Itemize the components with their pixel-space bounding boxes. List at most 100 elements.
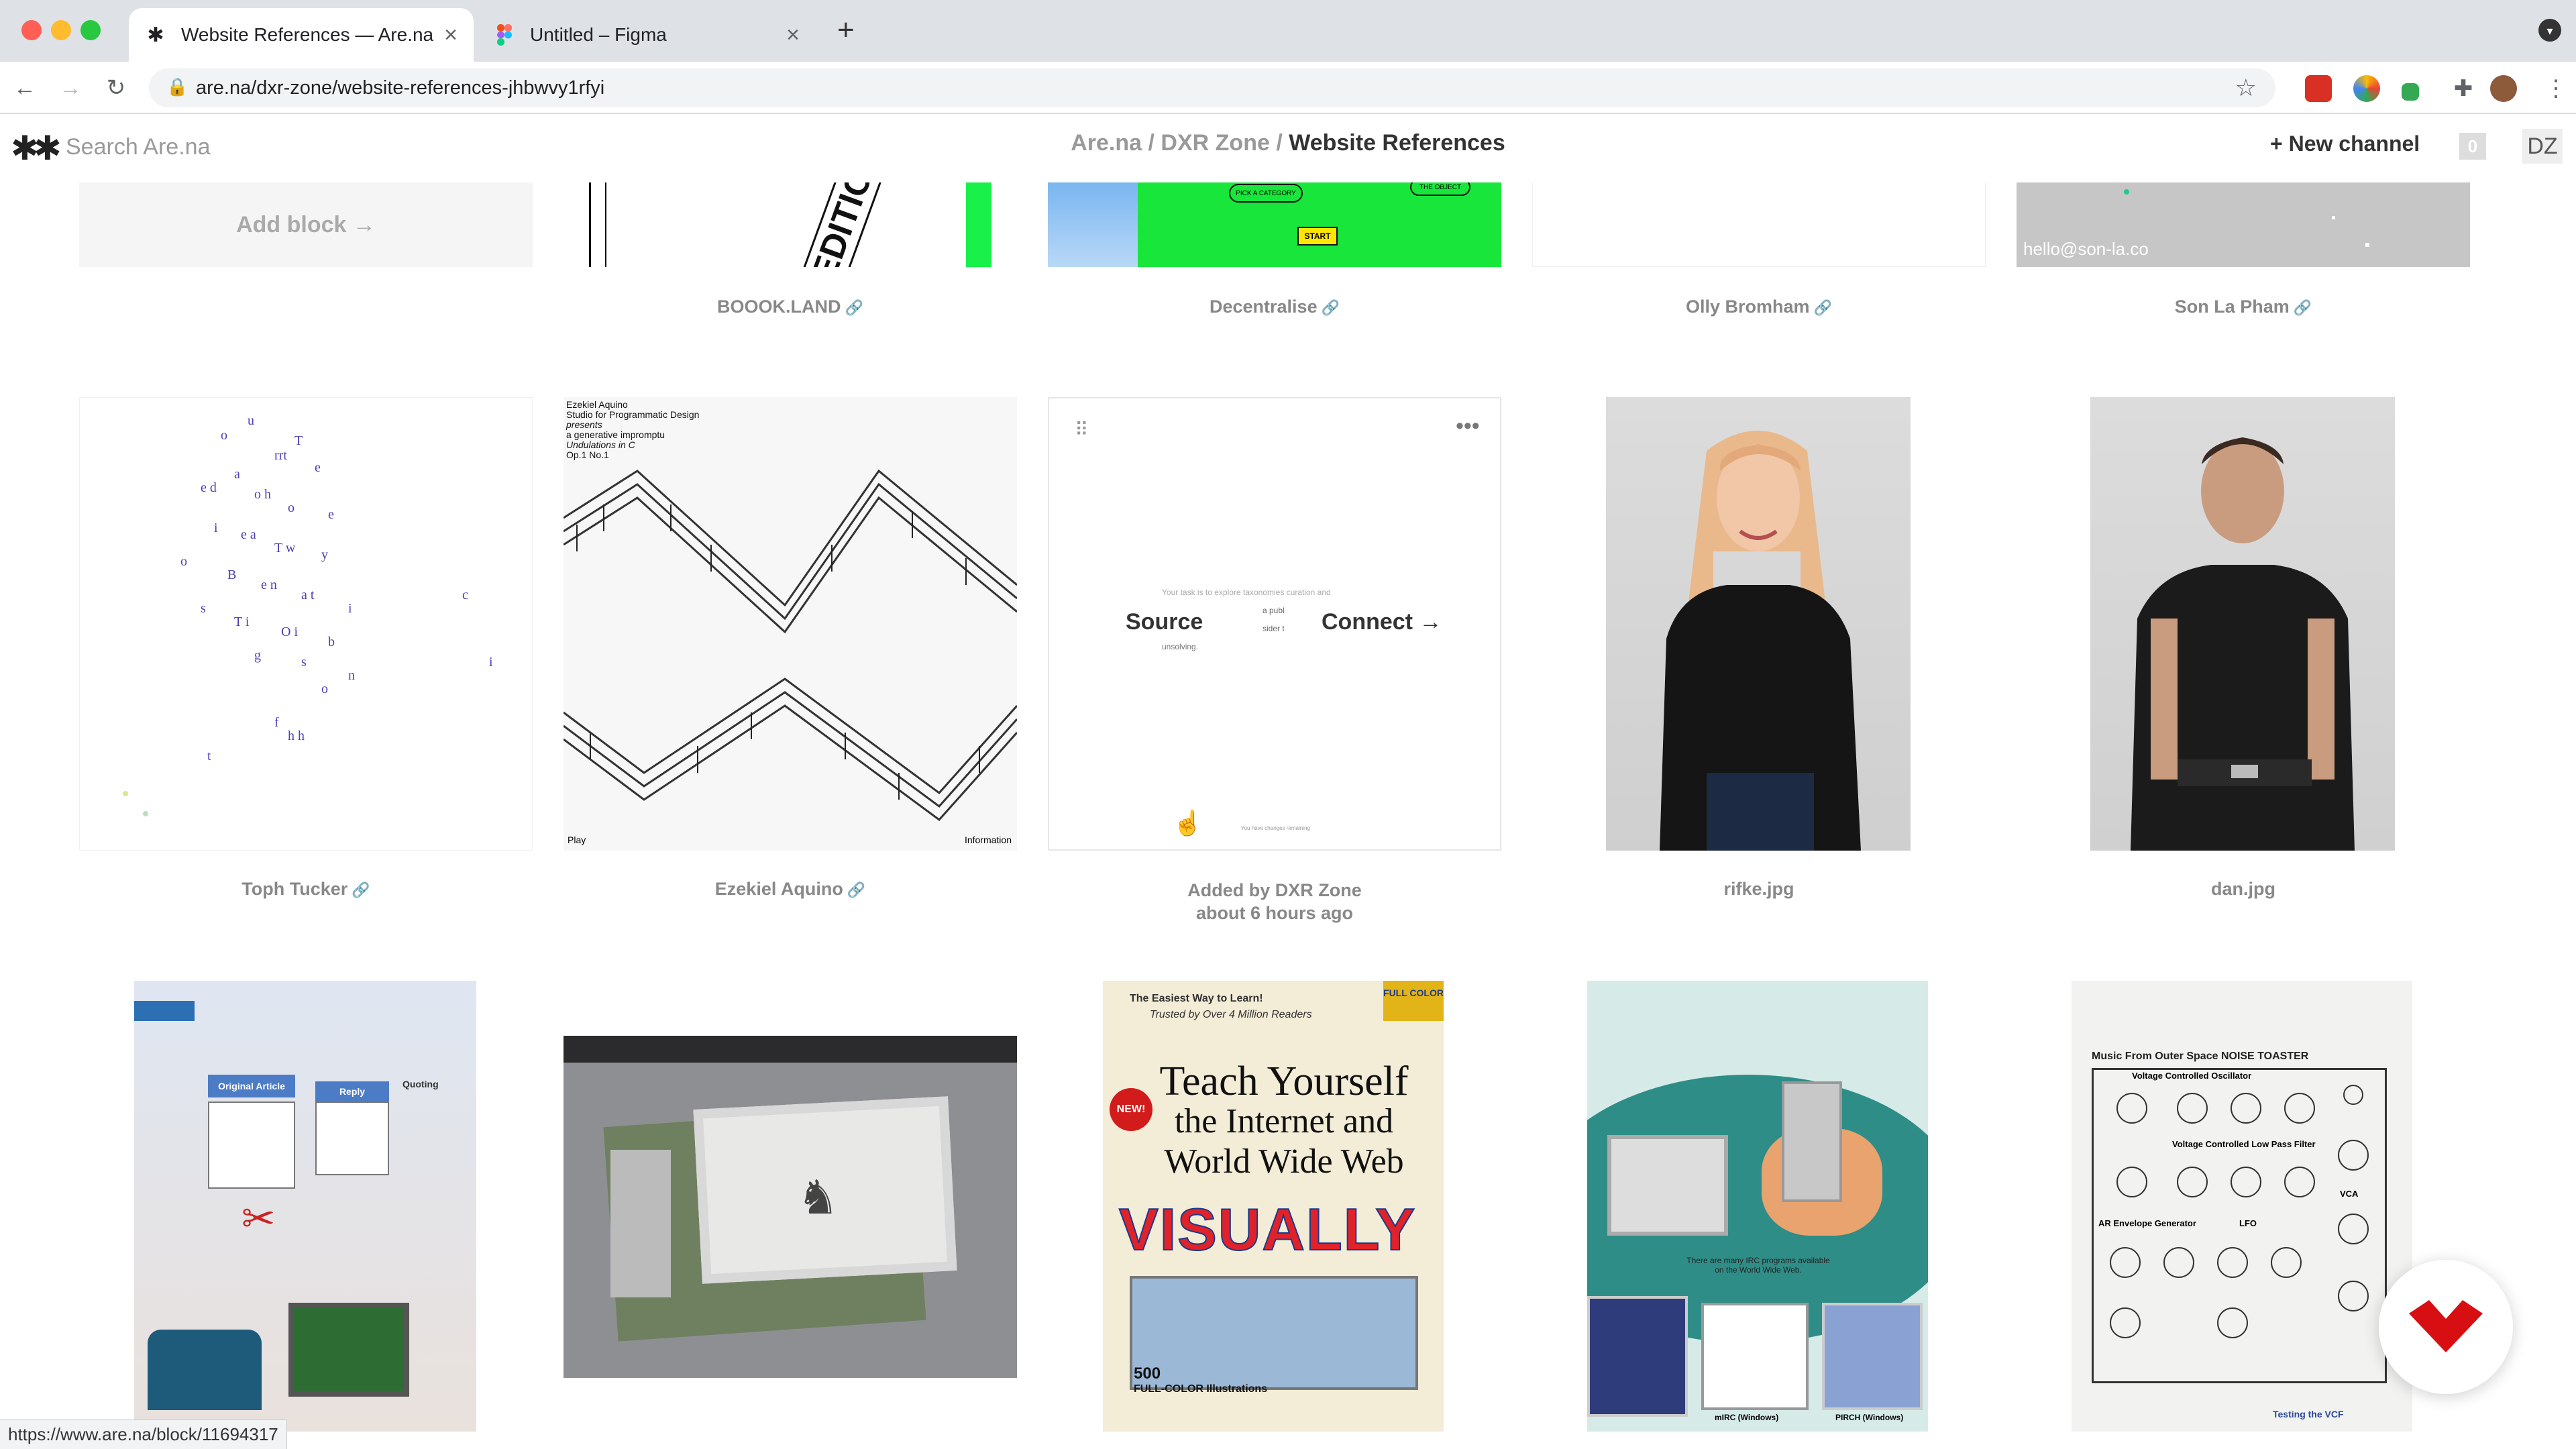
svg-text:a t: a t <box>301 588 315 602</box>
irc-note: There are many IRC programs available on… <box>1686 1256 1830 1275</box>
block-caption[interactable]: Toph Tucker 🔗 <box>79 879 533 900</box>
book-tagline: The Easiest Way to Learn! <box>1130 993 1263 1004</box>
browser-toolbar: ← → ↻ 🔒 are.na/dxr-zone/website-referenc… <box>0 62 2576 114</box>
block-caption[interactable]: dan.jpg <box>2017 879 2470 900</box>
block-olly-bromham-thumbnail[interactable] <box>1532 182 1986 267</box>
svg-text:o h: o h <box>254 487 271 502</box>
irc-caption: mIRC (Windows) <box>1715 1413 1779 1422</box>
link-icon: 🔗 <box>1321 299 1340 316</box>
block-caption[interactable]: Ezekiel Aquino 🔗 <box>564 879 1017 900</box>
block-rifke-image[interactable] <box>1606 397 1911 851</box>
block-decentralise-thumbnail[interactable]: PICK A CATEGORY THE OBJECT START <box>1048 182 1501 267</box>
block-caption[interactable]: Olly Bromham 🔗 <box>1532 297 1986 317</box>
svg-text:t: t <box>207 749 211 763</box>
new-channel-button[interactable]: + New channel <box>2270 131 2420 156</box>
back-icon[interactable]: ← <box>9 72 40 103</box>
bookmark-star-icon[interactable]: ☆ <box>2235 74 2257 102</box>
block-book-cover-image[interactable]: The Easiest Way to Learn! Trusted by Ove… <box>1103 981 1444 1432</box>
link-icon: 🔗 <box>1813 299 1832 316</box>
block-caption[interactable]: rifke.jpg <box>1532 879 1986 900</box>
new-channel-label: New channel <box>2288 131 2420 156</box>
browser-tab-bar: ✱ Website References — Are.na × Untitled… <box>0 0 2576 62</box>
ezekiel-play-link: Play <box>568 835 586 845</box>
article-paper <box>315 1102 389 1175</box>
extension-red-icon[interactable] <box>2305 75 2332 102</box>
svg-text:rrt: rrt <box>274 448 287 463</box>
tab-title: Untitled – Figma <box>530 24 667 45</box>
block-caption[interactable]: BOOOK.LAND 🔗 <box>564 297 1017 317</box>
keyboard-edge <box>564 1036 1017 1063</box>
new-tab-button[interactable]: + <box>837 13 855 47</box>
forward-icon[interactable]: → <box>55 72 86 103</box>
tab-search-icon[interactable]: ▾ <box>2538 19 2561 42</box>
window-close-button[interactable] <box>21 20 42 40</box>
search-input[interactable] <box>66 131 468 162</box>
portrait-woman-graphic <box>1660 431 1861 851</box>
block-ezekiel-aquino-thumbnail[interactable]: Ezekiel Aquino Studio for Programmatic D… <box>564 397 1017 851</box>
arena-header: ✱✱ Are.na / DXR Zone / Website Reference… <box>0 114 2576 178</box>
avatar[interactable] <box>2490 75 2517 102</box>
window-maximize-button[interactable] <box>80 20 101 40</box>
ezekiel-line: Undulations in C <box>566 439 635 450</box>
svg-text:e n: e n <box>261 578 277 592</box>
block-son-la-pham-thumbnail[interactable]: hello@son-la.co <box>2017 182 2470 267</box>
extensions-puzzle-icon[interactable]: ✚ <box>2450 75 2477 102</box>
svg-text:i: i <box>214 521 218 535</box>
book-trusted: Trusted by Over 4 Million Readers <box>1150 1009 1312 1020</box>
more-options-icon[interactable]: ••• <box>1456 413 1480 439</box>
breadcrumb-separator: / <box>1148 130 1155 156</box>
svg-text:i: i <box>348 601 352 616</box>
block-eink-photo[interactable]: ♞ <box>564 1036 1017 1378</box>
green-book-spine <box>966 182 991 267</box>
drag-handle-icon[interactable]: ⠿ <box>1075 419 1088 441</box>
tab-title: Website References — Are.na <box>181 24 434 45</box>
block-dan-image[interactable] <box>2090 397 2395 851</box>
arena-logo[interactable]: ✱✱ <box>11 129 62 168</box>
block-caption[interactable]: Son La Pham 🔗 <box>2017 297 2470 317</box>
book-visually: VISUALLY <box>1118 1195 1417 1263</box>
block-caption[interactable]: Decentralise 🔗 <box>1048 297 1501 317</box>
address-bar[interactable]: 🔒 are.na/dxr-zone/website-references-jhb… <box>149 68 2275 107</box>
block-text-hovered[interactable]: ⠿ ••• Your task is to explore taxonomies… <box>1048 397 1501 851</box>
article-heading: Reply <box>315 1081 389 1102</box>
block-toph-tucker-thumbnail[interactable]: u o Trrt e a e d o h o e i e a T w y o B e n a t i s T… <box>79 397 533 851</box>
breadcrumb-channel-title[interactable]: Website References <box>1289 130 1505 156</box>
svg-text:s: s <box>201 601 206 616</box>
block-boookland-thumbnail[interactable]: EDITIO <box>564 182 1017 267</box>
ezekiel-line: Studio for Programmatic Design <box>566 409 700 420</box>
close-icon[interactable]: × <box>444 22 458 48</box>
tab-figma[interactable]: Untitled – Figma × <box>478 8 816 62</box>
tab-website-references[interactable]: ✱ Website References — Are.na × <box>129 8 474 62</box>
add-block-button[interactable]: Add block → <box>79 182 533 267</box>
svg-text:a: a <box>234 467 240 482</box>
boook-edition-text: EDITIO <box>799 182 885 267</box>
block-article-scan-image[interactable]: Original Article Reply Quoting ✂ <box>134 981 476 1432</box>
sofa-illustration <box>148 1330 262 1410</box>
breadcrumb-arena-link[interactable]: Are.na <box>1071 130 1142 156</box>
close-icon[interactable]: × <box>786 22 800 48</box>
extension-circle-icon[interactable] <box>2353 75 2380 102</box>
monitor-illustration <box>288 1303 409 1397</box>
source-button[interactable]: Source <box>1126 609 1203 635</box>
white-dot <box>2365 243 2369 247</box>
article-heading: Original Article <box>208 1075 295 1097</box>
reload-icon[interactable]: ↻ <box>101 72 131 103</box>
window-minimize-button[interactable] <box>51 20 71 40</box>
sonla-email-text: hello@son-la.co <box>2023 239 2149 259</box>
arena-heart-icon <box>2409 1300 2483 1352</box>
browser-menu-icon[interactable]: ⋮ <box>2542 75 2569 102</box>
caption-text: Ezekiel Aquino <box>714 879 843 899</box>
block-irc-scan-image[interactable]: There are many IRC programs available on… <box>1587 981 1928 1432</box>
block-noise-toaster-image[interactable]: Music From Outer Space NOISE TOASTER Vol… <box>2072 981 2412 1432</box>
block-added-by: Added by DXR Zone about 6 hours ago <box>1048 879 1501 924</box>
user-initials-button[interactable]: DZ <box>2522 129 2563 164</box>
connect-button[interactable]: Connect → <box>1322 609 1442 635</box>
book-title-line: World Wide Web <box>1164 1142 1404 1181</box>
breadcrumb-owner-link[interactable]: DXR Zone <box>1161 130 1269 156</box>
notification-count-badge[interactable]: 0 <box>2459 133 2486 160</box>
noise-caption: Testing the VCF <box>2273 1409 2344 1419</box>
link-icon: 🔗 <box>847 881 866 898</box>
arena-quick-add-button[interactable] <box>2379 1260 2513 1394</box>
extension-green-icon[interactable] <box>2402 83 2419 101</box>
caption-text: dan.jpg <box>2211 879 2275 899</box>
